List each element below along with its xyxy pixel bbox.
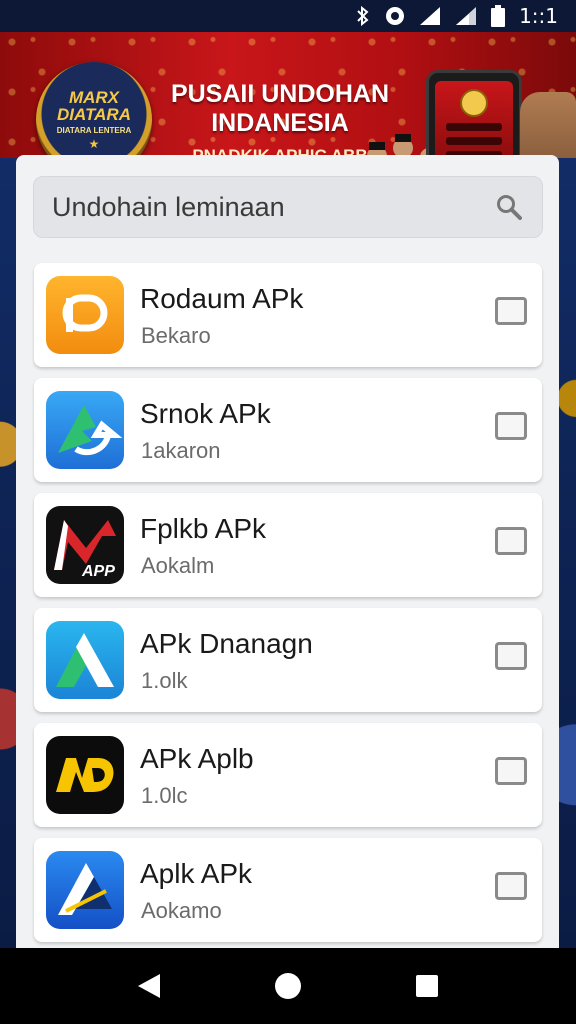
logo-text: MARX DIATARA [57,88,131,124]
battery-icon [491,5,506,27]
phone-illustration [426,70,522,158]
banner-logo: MARX DIATARA DIATARA LENTERA ★ [36,62,152,158]
app-list-item[interactable]: Aplk APk Aokamo [34,838,542,942]
recents-icon[interactable] [407,966,447,1006]
svg-text:APP: APP [81,563,115,580]
logo-subtext: DIATARA LENTERA [56,126,132,135]
app-list-panel: Rodaum APk Bekaro Srnok APk 1akaron APP … [16,155,559,948]
app-list-item[interactable]: APP Fplkb APk Aokalm [34,493,542,597]
red-black-app-icon: APP [46,506,124,584]
app-name: Rodaum APk [140,283,304,314]
signal-icon [419,6,441,26]
app-list-item[interactable]: APk Aplb 1.0lc [34,723,542,827]
back-icon[interactable] [129,966,169,1006]
search-bar[interactable] [33,176,543,238]
app-list: Rodaum APk Bekaro Srnok APk 1akaron APP … [34,263,542,948]
status-time: 1::1 [519,4,558,28]
navigation-bar [0,948,576,1024]
blue-a-icon [46,851,124,929]
star-icon: ★ [88,137,100,151]
yellow-nd-icon [46,736,124,814]
app-list-item[interactable]: Rodaum APk Bekaro [34,263,542,367]
app-subtitle: 1.0lc [141,783,188,808]
blue-arrow-icon [46,391,124,469]
app-name: Aplk APk [140,858,253,889]
app-list-item[interactable]: Srnok APk 1akaron [34,378,542,482]
app-checkbox[interactable] [495,872,527,900]
app-name: APk Aplb [140,743,254,774]
orange-p-icon [46,276,124,354]
app-checkbox[interactable] [495,412,527,440]
app-subtitle: 1akaron [141,438,221,463]
teal-a-icon [46,621,124,699]
app-name: Srnok APk [140,398,271,429]
wifi-signal-icon [455,6,477,26]
app-checkbox[interactable] [495,527,527,555]
app-name: Fplkb APk [140,513,267,544]
app-name: APk Dnanagn [140,628,313,659]
app-checkbox[interactable] [495,642,527,670]
search-input[interactable] [52,191,494,223]
search-icon[interactable] [494,192,524,222]
banner-title-line1: PUSAII UNDOHAN [170,80,390,108]
app-checkbox[interactable] [495,757,527,785]
home-icon[interactable] [268,966,308,1006]
hand-illustration [520,92,576,158]
bluetooth-icon [355,6,371,26]
app-subtitle: 1.olk [141,668,188,693]
data-saver-icon [385,6,405,26]
status-bar: 1::1 [0,0,576,32]
app-list-item[interactable]: APk Dnanagn 1.olk [34,608,542,712]
app-subtitle: Bekaro [141,323,211,348]
app-subtitle: Aokamo [141,898,222,923]
app-subtitle: Aokalm [141,553,215,578]
app-checkbox[interactable] [495,297,527,325]
promo-banner[interactable]: MARX DIATARA DIATARA LENTERA ★ PUSAII UN… [0,32,576,158]
